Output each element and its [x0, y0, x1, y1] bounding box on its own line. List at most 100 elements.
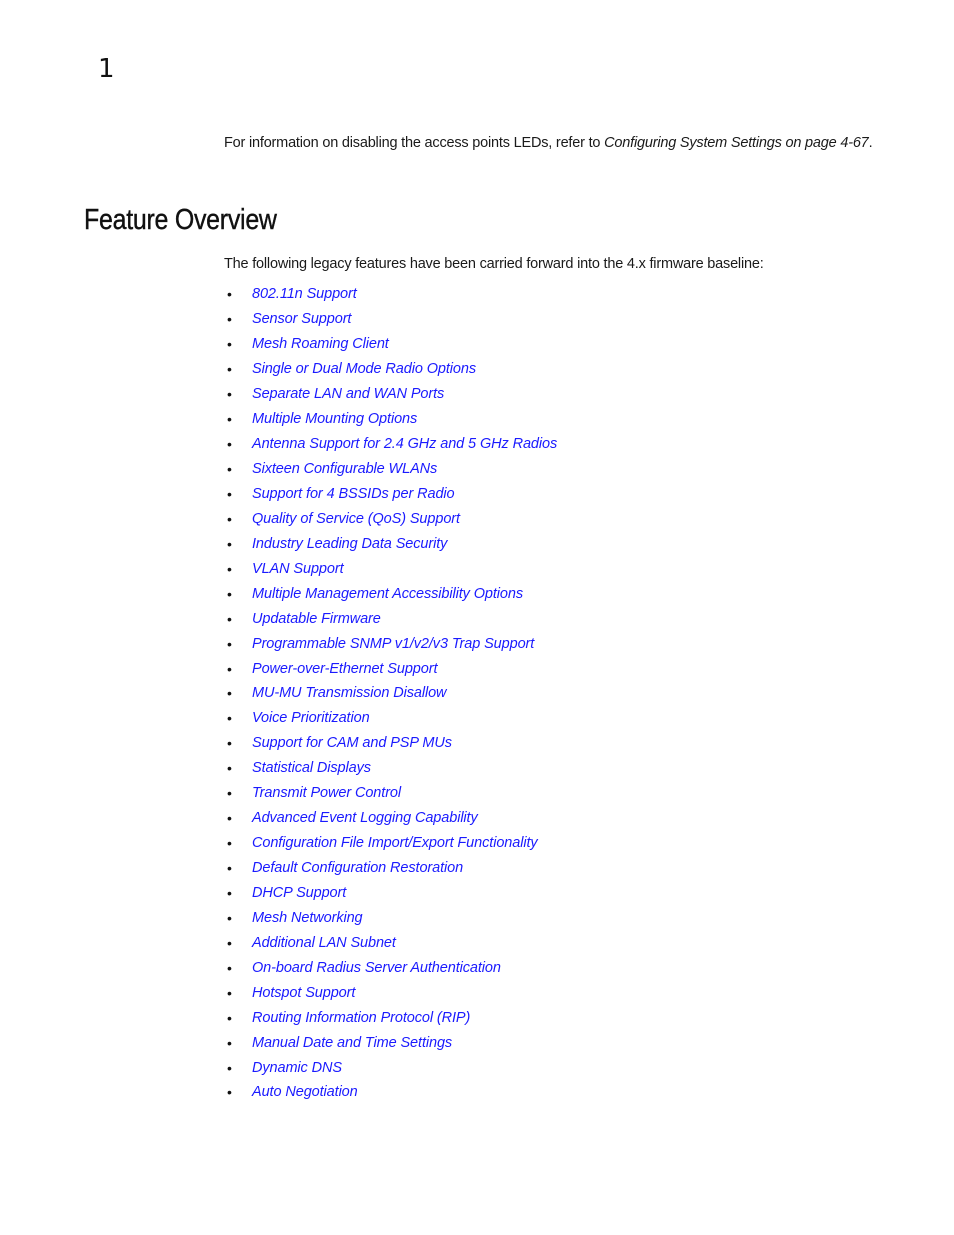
feature-list-item: • MU-MU Transmission Disallow [224, 681, 557, 706]
feature-link[interactable]: Voice Prioritization [252, 710, 370, 726]
feature-list-item: • Antenna Support for 2.4 GHz and 5 GHz R… [224, 432, 557, 457]
feature-link[interactable]: Power-over-Ethernet Support [252, 661, 437, 677]
bullet-icon: • [227, 361, 232, 378]
feature-list-item: • Additional LAN Subnet [224, 930, 557, 955]
bullet-icon: • [227, 535, 232, 552]
feature-list-item: • Programmable SNMP v1/v2/v3 Trap Support [224, 631, 557, 656]
intro-text-end: . [868, 135, 873, 151]
feature-link[interactable]: Routing Information Protocol (RIP) [252, 1010, 470, 1026]
bullet-icon: • [227, 336, 232, 353]
feature-list-item: • Advanced Event Logging Capability [224, 806, 557, 831]
section-title: Feature Overview [84, 204, 277, 236]
feature-list-item: • Power-over-Ethernet Support [224, 656, 557, 681]
feature-link[interactable]: Updatable Firmware [252, 611, 381, 627]
feature-list-item: • Hotspot Support [224, 980, 557, 1005]
bullet-icon: • [227, 311, 232, 328]
bullet-icon: • [227, 685, 232, 702]
feature-list-item: • Dynamic DNS [224, 1055, 557, 1080]
feature-link[interactable]: Additional LAN Subnet [252, 935, 396, 951]
feature-list-item: • Statistical Displays [224, 756, 557, 781]
bullet-icon: • [227, 735, 232, 752]
feature-link[interactable]: On-board Radius Server Authentication [252, 960, 501, 976]
feature-link[interactable]: Multiple Management Accessibility Option… [252, 586, 523, 602]
bullet-icon: • [227, 386, 232, 403]
bullet-icon: • [227, 1059, 232, 1076]
bullet-icon: • [227, 710, 232, 727]
feature-list-item: • Support for 4 BSSIDs per Radio [224, 482, 557, 507]
intro-paragraph: For information on disabling the access … [224, 134, 884, 153]
feature-link[interactable]: Multiple Mounting Options [252, 411, 417, 427]
feature-list-item: • On-board Radius Server Authentication [224, 955, 557, 980]
feature-link[interactable]: 802.11n Support [252, 286, 357, 302]
feature-link[interactable]: Programmable SNMP v1/v2/v3 Trap Support [252, 636, 534, 652]
feature-link[interactable]: Separate LAN and WAN Ports [252, 386, 444, 402]
feature-link[interactable]: Statistical Displays [252, 760, 371, 776]
feature-link[interactable]: Configuration File Import/Export Functio… [252, 835, 538, 851]
feature-list-item: • 802.11n Support [224, 282, 557, 307]
bullet-icon: • [227, 286, 232, 303]
feature-link[interactable]: Hotspot Support [252, 985, 355, 1001]
bullet-icon: • [227, 660, 232, 677]
bullet-icon: • [227, 610, 232, 627]
bullet-icon: • [227, 984, 232, 1001]
feature-link[interactable]: Default Configuration Restoration [252, 860, 463, 876]
bullet-icon: • [227, 411, 232, 428]
feature-list-item: • Voice Prioritization [224, 706, 557, 731]
bullet-icon: • [227, 760, 232, 777]
bullet-icon: • [227, 934, 232, 951]
feature-list-item: • Multiple Management Accessibility Optio… [224, 581, 557, 606]
bullet-icon: • [227, 485, 232, 502]
feature-list-item: • DHCP Support [224, 881, 557, 906]
bullet-icon: • [227, 909, 232, 926]
feature-link[interactable]: Single or Dual Mode Radio Options [252, 361, 476, 377]
feature-list-item: • Mesh Networking [224, 905, 557, 930]
feature-link[interactable]: Support for 4 BSSIDs per Radio [252, 486, 455, 502]
chapter-number: 1 [98, 54, 115, 84]
feature-link[interactable]: Support for CAM and PSP MUs [252, 735, 452, 751]
bullet-icon: • [227, 635, 232, 652]
feature-list-item: • Mesh Roaming Client [224, 332, 557, 357]
cross-reference-link[interactable]: Configuring System Settings on page 4-67 [604, 135, 869, 151]
feature-list-item: • Separate LAN and WAN Ports [224, 382, 557, 407]
feature-list-item: • Multiple Mounting Options [224, 407, 557, 432]
bullet-icon: • [227, 1034, 232, 1051]
feature-list-item: • VLAN Support [224, 556, 557, 581]
bullet-icon: • [227, 959, 232, 976]
feature-link[interactable]: Quality of Service (QoS) Support [252, 511, 460, 527]
feature-link[interactable]: Manual Date and Time Settings [252, 1035, 452, 1051]
bullet-icon: • [227, 560, 232, 577]
feature-list-item: • Routing Information Protocol (RIP) [224, 1005, 557, 1030]
feature-list-item: • Auto Negotiation [224, 1080, 557, 1105]
feature-link[interactable]: Advanced Event Logging Capability [252, 810, 478, 826]
feature-list-item: • Transmit Power Control [224, 781, 557, 806]
feature-link[interactable]: Dynamic DNS [252, 1060, 342, 1076]
feature-link[interactable]: Transmit Power Control [252, 785, 401, 801]
feature-link[interactable]: VLAN Support [252, 561, 344, 577]
bullet-icon: • [227, 436, 232, 453]
bullet-icon: • [227, 860, 232, 877]
feature-link[interactable]: MU-MU Transmission Disallow [252, 685, 447, 701]
feature-link[interactable]: Mesh Roaming Client [252, 336, 389, 352]
feature-list-item: • Configuration File Import/Export Functi… [224, 831, 557, 856]
section-lead: The following legacy features have been … [224, 256, 764, 272]
bullet-icon: • [227, 835, 232, 852]
feature-link[interactable]: Sixteen Configurable WLANs [252, 461, 437, 477]
feature-list-item: • Default Configuration Restoration [224, 856, 557, 881]
feature-list: • 802.11n Support • Sensor Support • Mesh Roa… [224, 282, 557, 1105]
feature-link[interactable]: Sensor Support [252, 311, 351, 327]
feature-list-item: • Manual Date and Time Settings [224, 1030, 557, 1055]
bullet-icon: • [227, 461, 232, 478]
feature-link[interactable]: Auto Negotiation [252, 1084, 358, 1100]
feature-link[interactable]: DHCP Support [252, 885, 346, 901]
bullet-icon: • [227, 1009, 232, 1026]
feature-link[interactable]: Industry Leading Data Security [252, 536, 447, 552]
feature-list-item: • Sensor Support [224, 307, 557, 332]
feature-list-item: • Support for CAM and PSP MUs [224, 731, 557, 756]
bullet-icon: • [227, 1084, 232, 1101]
feature-link[interactable]: Mesh Networking [252, 910, 363, 926]
feature-link[interactable]: Antenna Support for 2.4 GHz and 5 GHz Ra… [252, 436, 557, 452]
bullet-icon: • [227, 785, 232, 802]
bullet-icon: • [227, 585, 232, 602]
intro-text: For information on disabling the access … [224, 135, 605, 151]
feature-list-item: • Sixteen Configurable WLANs [224, 457, 557, 482]
